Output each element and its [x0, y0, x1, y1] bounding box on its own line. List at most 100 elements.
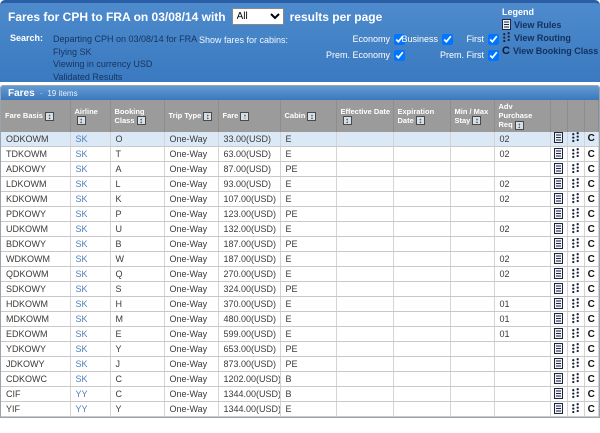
view-booking-class-button[interactable]: C [584, 221, 599, 238]
column-header-airline[interactable]: Airline↕ [70, 100, 111, 132]
fare-row[interactable]: UDKOWM SK U One-Way 132.00(USD) E 02 C [1, 221, 599, 238]
view-routing-button[interactable] [567, 236, 585, 253]
airline-link[interactable]: YY [76, 389, 88, 399]
view-rules-button[interactable] [550, 191, 568, 208]
airline-link[interactable]: SK [76, 164, 88, 174]
view-booking-class-button[interactable]: C [584, 326, 599, 343]
view-booking-class-button[interactable]: C [584, 251, 599, 268]
airline-link[interactable]: SK [76, 149, 88, 159]
fare-row[interactable]: QDKOWM SK Q One-Way 270.00(USD) E 02 C [1, 266, 599, 283]
airline-link[interactable]: SK [76, 209, 88, 219]
view-booking-class-button[interactable]: C [584, 161, 599, 178]
fare-row[interactable]: LDKOWM SK L One-Way 93.00(USD) E 02 C [1, 176, 599, 193]
fare-row[interactable]: YDKOWY SK Y One-Way 653.00(USD) PE C [1, 341, 599, 358]
view-booking-class-button[interactable]: C [584, 236, 599, 253]
view-routing-button[interactable] [567, 311, 585, 328]
fare-row[interactable]: ODKOWM SK O One-Way 33.00(USD) E 02 C [1, 131, 599, 148]
view-routing-button[interactable] [567, 266, 585, 283]
sort-icon[interactable]: ↑ [240, 111, 250, 121]
view-routing-button[interactable] [567, 161, 585, 178]
view-routing-button[interactable] [567, 281, 585, 298]
view-rules-button[interactable] [550, 161, 568, 178]
view-routing-button[interactable] [567, 221, 585, 238]
view-rules-button[interactable] [550, 356, 568, 373]
fare-row[interactable]: EDKOWM SK E One-Way 599.00(USD) E 01 C [1, 326, 599, 343]
view-routing-button[interactable] [567, 341, 585, 358]
airline-link[interactable]: SK [76, 239, 88, 249]
view-booking-class-button[interactable]: C [584, 356, 599, 373]
airline-link[interactable]: SK [76, 314, 88, 324]
column-header-adv-purchase-req[interactable]: Adv Purchase Req ↕ [494, 100, 551, 132]
airline-link[interactable]: YY [76, 404, 88, 414]
airline-link[interactable]: SK [76, 269, 88, 279]
sort-icon[interactable]: ↕ [415, 116, 425, 126]
airline-link[interactable]: SK [76, 359, 88, 369]
view-routing-button[interactable] [567, 176, 585, 193]
view-routing-button[interactable] [567, 206, 585, 223]
column-header-min-max-stay[interactable]: Min / Max Stay ↕ [450, 100, 495, 132]
view-routing-button[interactable] [567, 326, 585, 343]
airline-link[interactable]: SK [76, 179, 88, 189]
fare-row[interactable]: JDKOWY SK J One-Way 873.00(USD) PE C [1, 356, 599, 373]
view-rules-button[interactable] [550, 176, 568, 193]
airline-link[interactable]: SK [76, 254, 88, 264]
view-rules-button[interactable] [550, 401, 568, 418]
view-rules-button[interactable] [550, 131, 568, 148]
view-booking-class-button[interactable]: C [584, 341, 599, 358]
cabin-filter-prem-first[interactable]: Prem. First [440, 47, 499, 63]
fare-row[interactable]: MDKOWM SK M One-Way 480.00(USD) E 01 C [1, 311, 599, 328]
fare-row[interactable]: CIF YY C One-Way 1344.00(USD) B C [1, 386, 599, 403]
column-header-expiration-date[interactable]: Expiration Date ↕ [393, 100, 451, 132]
sort-icon[interactable]: ↕ [76, 116, 86, 126]
column-header-effective-date[interactable]: Effective Date↕ [336, 100, 394, 132]
view-rules-button[interactable] [550, 341, 568, 358]
fare-row[interactable]: TDKOWM SK T One-Way 63.00(USD) E 02 C [1, 146, 599, 163]
cabin-checkbox[interactable] [488, 49, 499, 61]
view-booking-class-button[interactable]: C [584, 311, 599, 328]
fare-row[interactable]: HDKOWM SK H One-Way 370.00(USD) E 01 C [1, 296, 599, 313]
sort-icon[interactable]: ↕ [136, 116, 146, 126]
sort-icon[interactable]: ↕ [44, 111, 54, 121]
airline-link[interactable]: SK [76, 224, 88, 234]
view-rules-button[interactable] [550, 311, 568, 328]
view-booking-class-button[interactable]: C [584, 266, 599, 283]
fare-row[interactable]: BDKOWY SK B One-Way 187.00(USD) PE C [1, 236, 599, 253]
airline-link[interactable]: SK [76, 374, 88, 384]
view-rules-button[interactable] [550, 326, 568, 343]
view-routing-button[interactable] [567, 401, 585, 418]
view-booking-class-button[interactable]: C [584, 176, 599, 193]
airline-link[interactable]: SK [76, 344, 88, 354]
view-routing-button[interactable] [567, 131, 585, 148]
fare-row[interactable]: WDKOWM SK W One-Way 187.00(USD) E 02 C [1, 251, 599, 268]
fare-row[interactable]: ADKOWY SK A One-Way 87.00(USD) PE C [1, 161, 599, 178]
cabin-checkbox[interactable] [394, 49, 405, 61]
airline-link[interactable]: SK [76, 284, 88, 294]
cabin-filter-prem-economy[interactable]: Prem. Economy [255, 47, 405, 63]
view-rules-button[interactable] [550, 146, 568, 163]
view-rules-button[interactable] [550, 206, 568, 223]
fare-row[interactable]: PDKOWY SK P One-Way 123.00(USD) PE C [1, 206, 599, 223]
fare-row[interactable]: YIF YY Y One-Way 1344.00(USD) E C [1, 401, 599, 418]
view-rules-button[interactable] [550, 281, 568, 298]
view-booking-class-button[interactable]: C [584, 371, 599, 388]
view-rules-button[interactable] [550, 386, 568, 403]
column-header-fare-basis[interactable]: Fare Basis ↕ [1, 100, 71, 132]
view-rules-button[interactable] [550, 296, 568, 313]
view-booking-class-button[interactable]: C [584, 296, 599, 313]
view-rules-button[interactable] [550, 371, 568, 388]
airline-link[interactable]: SK [76, 299, 88, 309]
view-rules-button[interactable] [550, 221, 568, 238]
view-routing-button[interactable] [567, 251, 585, 268]
sort-icon[interactable]: ↕ [342, 116, 352, 126]
cabin-checkbox[interactable] [442, 33, 453, 45]
view-routing-button[interactable] [567, 371, 585, 388]
sort-icon[interactable]: ↕ [307, 111, 317, 121]
view-rules-button[interactable] [550, 236, 568, 253]
airline-link[interactable]: SK [76, 194, 88, 204]
legend-item-view-routing[interactable]: View Routing [502, 31, 598, 44]
view-routing-button[interactable] [567, 296, 585, 313]
view-rules-button[interactable] [550, 251, 568, 268]
legend-item-view-booking-class[interactable]: C View Booking Class [502, 44, 598, 57]
fare-row[interactable]: KDKOWM SK K One-Way 107.00(USD) E 02 C [1, 191, 599, 208]
column-header-booking-class[interactable]: Booking Class ↕ [110, 100, 165, 132]
